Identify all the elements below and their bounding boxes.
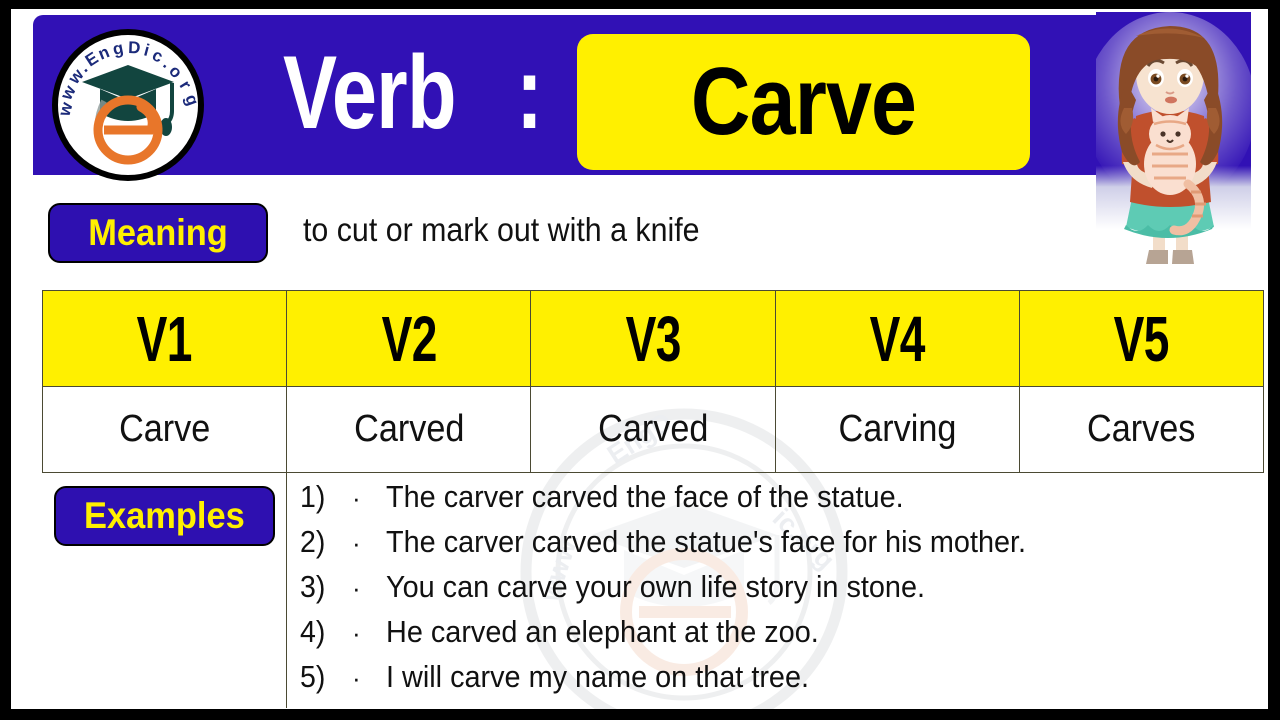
- example-number: 4): [300, 614, 326, 649]
- verb-form-header-v5: V5: [1018, 290, 1265, 387]
- part-of-speech-label: Verb: [283, 35, 457, 151]
- verb-form-value-v5: Carves: [1018, 386, 1265, 473]
- example-number: 5): [300, 659, 326, 694]
- example-bullet-icon: ·: [352, 573, 361, 603]
- verb-form-value-v4: Carving: [774, 386, 1020, 473]
- examples-section: Examples 1) · The carver carved the face…: [42, 473, 1264, 708]
- examples-badge[interactable]: Examples: [54, 486, 275, 546]
- verb-form-value-v1: Carve: [41, 386, 288, 473]
- example-item: 3) · You can carve your own life story i…: [300, 569, 1260, 614]
- verb-form-header-v2: V2: [286, 290, 532, 387]
- meaning-badge[interactable]: Meaning: [48, 203, 268, 263]
- example-number: 1): [300, 479, 326, 514]
- verb-forms-value-row: Carve Carved Carved Carving Carves: [41, 386, 1265, 473]
- example-bullet-icon: ·: [352, 618, 361, 648]
- verb-form-value-v2: Carved: [286, 386, 532, 473]
- example-item: 1) · The carver carved the face of the s…: [300, 479, 1260, 524]
- example-text: The carver carved the face of the statue…: [386, 479, 904, 514]
- verb-form-value-v3: Carved: [530, 386, 776, 473]
- header-separator: :: [516, 35, 544, 151]
- verb-form-header-v1: V1: [41, 290, 288, 387]
- example-item: 5) · I will carve my name on that tree.: [300, 659, 1260, 704]
- examples-badge-label: Examples: [84, 495, 245, 536]
- example-text: The carver carved the statue's face for …: [386, 524, 1027, 559]
- example-text: He carved an elephant at the zoo.: [386, 614, 819, 649]
- example-item: 2) · The carver carved the statue's face…: [300, 524, 1260, 569]
- poster-sheet: www. EngD ic.org www. EngD ic.org Verb:…: [11, 9, 1268, 709]
- verb-form-header-v3: V3: [530, 290, 776, 387]
- example-number: 2): [300, 524, 326, 559]
- example-bullet-icon: ·: [352, 483, 361, 513]
- example-text: I will carve my name on that tree.: [386, 659, 810, 694]
- example-item: 4) · He carved an elephant at the zoo.: [300, 614, 1260, 659]
- example-bullet-icon: ·: [352, 663, 361, 693]
- engdic-logo[interactable]: w w w . E n g D i c . o r g: [52, 29, 204, 181]
- meaning-badge-label: Meaning: [88, 212, 228, 253]
- word-chip[interactable]: Carve: [577, 34, 1030, 170]
- example-number: 3): [300, 569, 326, 604]
- examples-list: 1) · The carver carved the face of the s…: [300, 479, 1260, 704]
- examples-divider: [286, 473, 287, 708]
- verb-forms-table: V1 V2 V3 V4 V5 Carve Carved Carved Carvi…: [41, 290, 1265, 473]
- example-bullet-icon: ·: [352, 528, 361, 558]
- verb-forms-header-row: V1 V2 V3 V4 V5: [41, 290, 1265, 387]
- example-text: You can carve your own life story in sto…: [386, 569, 925, 604]
- word-label: Carve: [690, 48, 917, 155]
- verb-form-header-v4: V4: [774, 290, 1020, 387]
- meaning-row: Meaning to cut or mark out with a knife: [33, 181, 1133, 281]
- meaning-text: to cut or mark out with a knife: [303, 211, 700, 248]
- poster-frame: www. EngD ic.org www. EngD ic.org Verb:…: [0, 0, 1280, 720]
- svg-text:D: D: [128, 38, 141, 57]
